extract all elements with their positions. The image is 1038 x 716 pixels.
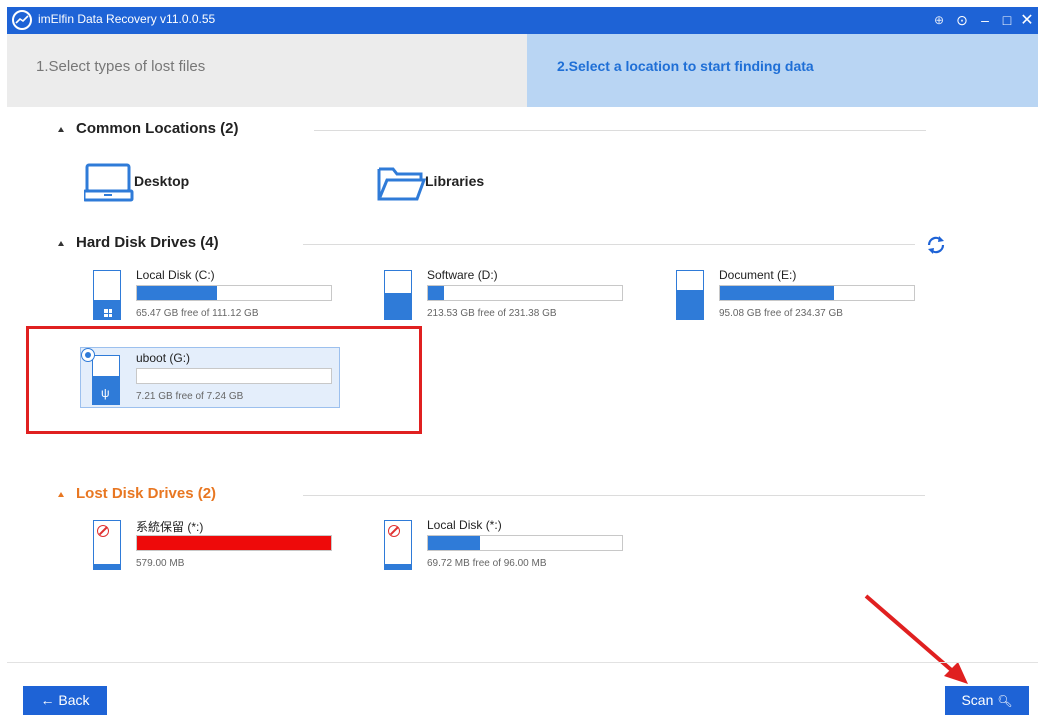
drive-info: 65.47 GB free of 111.12 GB [136,308,259,319]
footer-divider [7,662,1038,663]
usage-bar [136,368,332,384]
usage-bar [719,285,915,301]
check-icon[interactable]: ⊙ [951,7,973,34]
drive-name: 系統保留 (*:) [136,520,204,534]
search-icon: 🔍︎ [997,694,1013,708]
lost-drive-icon [93,520,121,570]
folder-icon [377,167,427,201]
section-divider [303,244,915,245]
drive-name: uboot (G:) [136,351,191,365]
usage-bar [427,285,623,301]
radio-dot [85,352,91,358]
desktop-location[interactable]: Desktop [84,163,194,203]
lost-drive-icon [384,520,412,570]
scan-label: Scan [961,692,994,708]
maximize-icon[interactable]: □ [996,7,1018,34]
drive-info: 69.72 MB free of 96.00 MB [427,558,547,569]
drive-name: Document (E:) [719,268,797,282]
windows-drive-icon [93,270,121,320]
drive-name: Software (D:) [427,268,498,282]
drive-icon [384,270,412,320]
hard-disk-drives-title: Hard Disk Drives (4) [76,234,219,251]
drive-info: 95.08 GB free of 234.37 GB [719,308,843,319]
drive-info: 7.21 GB free of 7.24 GB [136,391,244,402]
step-2-label: 2.Select a location to start finding dat… [557,58,814,74]
close-icon[interactable]: ✕ [1016,7,1038,34]
lost-disk-drives-title: Lost Disk Drives (2) [76,485,217,502]
usage-bar [136,535,332,551]
drive-document-e[interactable]: Document (E:) 95.08 GB free of 234.37 GB [674,268,924,325]
usage-bar [427,535,623,551]
refresh-icon[interactable] [925,234,947,256]
usb-drive-icon: ψ [92,355,120,405]
lost-drive-local-disk[interactable]: Local Disk (*:) 69.72 MB free of 96.00 M… [382,518,632,575]
annotation-arrow-icon [864,594,968,684]
collapse-arrow-icon[interactable] [58,241,64,246]
back-button[interactable]: ← Back [23,686,107,715]
laptop-icon [84,163,134,202]
common-locations-title: Common Locations (2) [76,120,239,137]
lost-drive-system-reserved[interactable]: 系統保留 (*:) 579.00 MB [91,520,341,575]
drive-name: Local Disk (*:) [427,518,502,532]
section-divider [303,495,925,496]
collapse-arrow-icon[interactable] [58,127,64,132]
download-icon[interactable]: ⊕ [928,7,950,34]
scan-button[interactable]: Scan 🔍︎ [945,686,1029,715]
usage-bar [136,285,332,301]
drive-info: 213.53 GB free of 231.38 GB [427,308,557,319]
collapse-arrow-icon[interactable] [58,492,64,497]
step-1-label: 1.Select types of lost files [36,58,206,75]
desktop-label: Desktop [134,173,190,189]
drive-info: 579.00 MB [136,558,185,569]
drive-software-d[interactable]: Software (D:) 213.53 GB free of 231.38 G… [382,268,632,325]
minimize-icon[interactable]: – [974,7,996,34]
libraries-label: Libraries [425,173,485,189]
drive-local-disk-c[interactable]: Local Disk (C:) 65.47 GB free of 111.12 … [91,268,341,325]
drive-icon [676,270,704,320]
app-title: imElfin Data Recovery v11.0.0.55 [38,12,216,26]
section-divider [314,130,926,131]
libraries-location[interactable]: Libraries [377,163,497,203]
app-logo-icon [12,10,32,30]
drive-name: Local Disk (C:) [136,268,215,282]
